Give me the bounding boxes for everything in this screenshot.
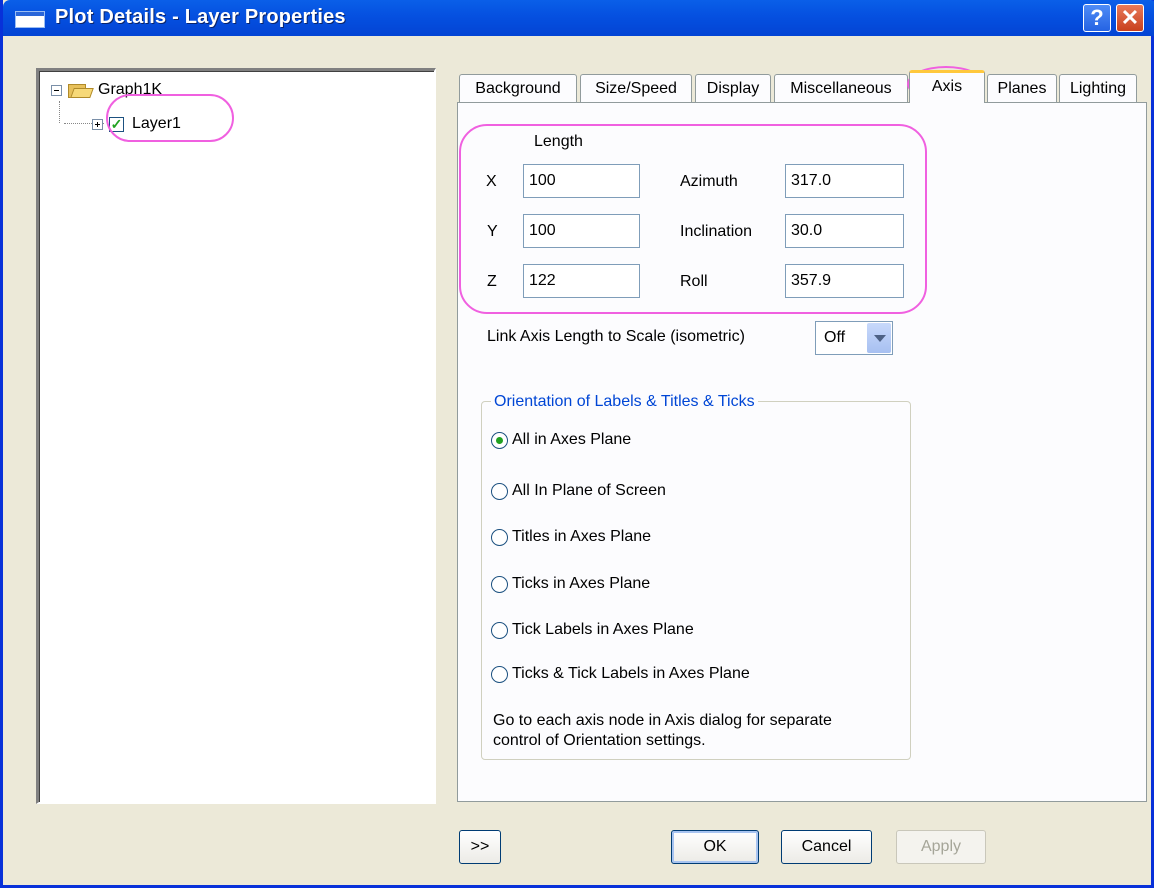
close-button[interactable]: ✕ xyxy=(1116,4,1144,32)
link-axis-value: Off xyxy=(824,329,846,346)
title-bar: Plot Details - Layer Properties ? ✕ xyxy=(3,0,1154,36)
layer-highlight-annotation xyxy=(106,94,234,142)
orientation-group-title: Orientation of Labels & Titles & Ticks xyxy=(491,393,758,411)
radio-label: All in Axes Plane xyxy=(512,431,632,448)
radio-label: Ticks in Axes Plane xyxy=(512,575,651,592)
radio-label: Ticks & Tick Labels in Axes Plane xyxy=(512,665,750,682)
radio-label: Titles in Axes Plane xyxy=(512,528,652,545)
radio-titles-in-axes-plane[interactable]: Titles in Axes Plane xyxy=(491,528,651,546)
length-highlight-annotation xyxy=(459,124,927,314)
radio-tick-labels-in-axes-plane[interactable]: Tick Labels in Axes Plane xyxy=(491,621,694,639)
collapse-icon[interactable] xyxy=(51,84,62,96)
chevron-down-icon[interactable] xyxy=(867,323,891,353)
window-title: Plot Details - Layer Properties xyxy=(55,6,346,28)
cancel-button[interactable]: Cancel xyxy=(781,830,872,864)
orientation-note-line1: Go to each axis node in Axis dialog for … xyxy=(493,712,832,729)
radio-button[interactable] xyxy=(491,575,508,593)
window-icon xyxy=(15,11,45,28)
tree-connector xyxy=(59,101,60,123)
help-button[interactable]: ? xyxy=(1083,4,1111,32)
more-button[interactable]: >> xyxy=(459,830,501,864)
radio-ticks-and-tick-labels-in-axes-plane[interactable]: Ticks & Tick Labels in Axes Plane xyxy=(491,665,750,683)
radio-label: All In Plane of Screen xyxy=(512,482,666,499)
tab-axis[interactable]: Axis xyxy=(909,70,985,103)
layer-tree-panel[interactable]: Graph1K ✓ Layer1 xyxy=(36,68,436,804)
expand-icon[interactable] xyxy=(92,118,103,130)
radio-all-in-axes-plane[interactable]: All in Axes Plane xyxy=(491,431,631,449)
tab-lighting[interactable]: Lighting xyxy=(1059,74,1137,102)
radio-button[interactable] xyxy=(491,621,508,639)
folder-open-icon xyxy=(68,82,92,98)
tab-miscellaneous[interactable]: Miscellaneous xyxy=(774,74,908,102)
tab-size-speed[interactable]: Size/Speed xyxy=(580,74,692,102)
orientation-note-line2: control of Orientation settings. xyxy=(493,732,706,749)
plot-details-dialog: Plot Details - Layer Properties ? ✕ Grap… xyxy=(0,0,1154,888)
ok-button[interactable]: OK xyxy=(671,830,759,864)
radio-button[interactable] xyxy=(491,528,508,546)
link-axis-label: Link Axis Length to Scale (isometric) xyxy=(487,328,745,345)
link-axis-select[interactable]: Off xyxy=(815,321,893,355)
orientation-note: Go to each axis node in Axis dialog for … xyxy=(493,711,832,751)
tab-display[interactable]: Display xyxy=(695,74,771,102)
radio-button[interactable] xyxy=(491,482,508,500)
radio-label: Tick Labels in Axes Plane xyxy=(512,621,694,638)
tab-planes[interactable]: Planes xyxy=(987,74,1057,102)
radio-all-in-plane-of-screen[interactable]: All In Plane of Screen xyxy=(491,482,666,500)
radio-button[interactable] xyxy=(491,665,508,683)
radio-button[interactable] xyxy=(491,431,508,449)
tab-background[interactable]: Background xyxy=(459,74,577,102)
apply-button[interactable]: Apply xyxy=(896,830,986,864)
radio-ticks-in-axes-plane[interactable]: Ticks in Axes Plane xyxy=(491,575,650,593)
